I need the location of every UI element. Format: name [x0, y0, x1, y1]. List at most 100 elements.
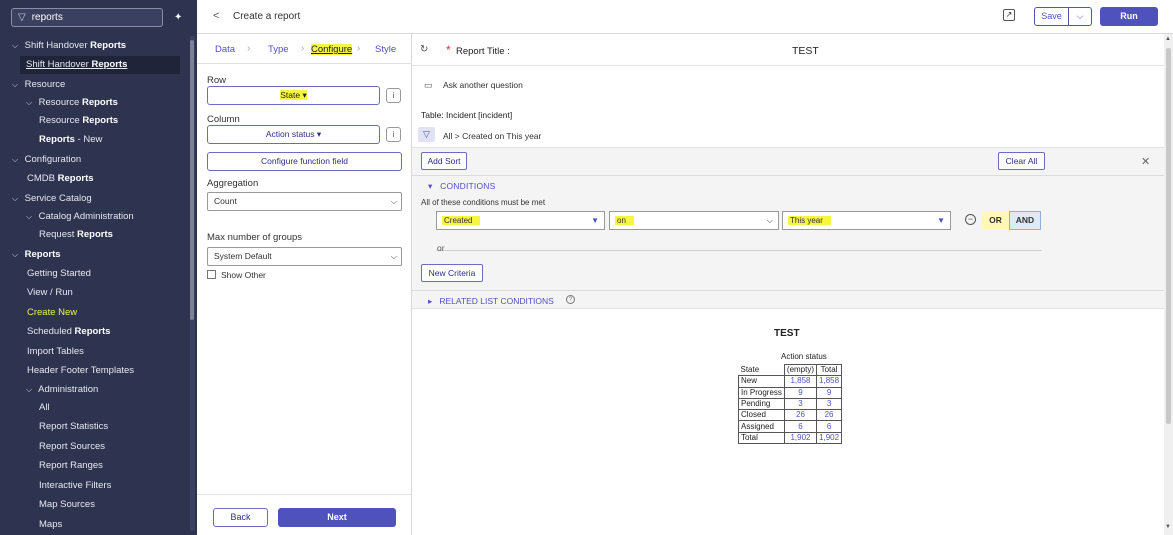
pivot-cell[interactable]: 1,858 [783, 375, 818, 388]
tab-style[interactable]: Style [375, 44, 396, 55]
table-row: New 1,858 1,858 [738, 375, 843, 388]
pivot-cell[interactable]: 26 [816, 409, 843, 422]
nav-item-view-run[interactable]: View / Run [27, 284, 217, 302]
nav-item-create-new[interactable]: Create New [27, 304, 217, 322]
nav-item-header-footer-templates[interactable]: Header Footer Templates [27, 362, 217, 380]
pivot-cell[interactable]: 26 [783, 409, 818, 422]
main-scrollbar[interactable]: ▲ ▼ [1164, 34, 1173, 535]
aggregation-select[interactable]: Count ⌵ [207, 192, 402, 211]
row-select[interactable]: State ▾ [207, 86, 380, 105]
nav-filter-value: reports [31, 12, 63, 23]
condition-field-select[interactable]: Created ▼ [436, 211, 605, 230]
caret-down-icon: ▼ [591, 216, 599, 225]
clear-all-button[interactable]: Clear All [998, 152, 1045, 170]
and-button[interactable]: AND [1009, 211, 1041, 230]
nav-item-bold: Reports [39, 134, 75, 145]
next-button[interactable]: Next [278, 508, 396, 527]
column-select[interactable]: Action status ▾ [207, 125, 380, 144]
row-info-icon[interactable]: i [386, 88, 401, 103]
back-button[interactable]: Back [213, 508, 268, 527]
or-button[interactable]: OR [982, 211, 1009, 230]
caret-down-icon: ▼ [937, 216, 945, 225]
show-other-checkbox[interactable] [207, 270, 216, 279]
nav-item-bold: Reports [74, 326, 111, 337]
nav-item-service-catalog[interactable]: ⌵ Service Catalog [12, 190, 202, 208]
top-bar: < Create a report ↗ Save ⌵ Run [197, 0, 1173, 34]
nav-item-catalog-administration[interactable]: ⌵ Catalog Administration [26, 208, 216, 226]
ask-another-question-link[interactable]: Ask another question [443, 80, 523, 90]
chevron-down-icon: ⌵ [12, 155, 19, 164]
max-groups-value: System Default [214, 251, 272, 261]
scroll-down-icon[interactable]: ▼ [1165, 524, 1171, 530]
scroll-up-icon[interactable]: ▲ [1165, 36, 1171, 42]
nav-item-import-tables[interactable]: Import Tables [27, 343, 217, 361]
nav-item-resource-reports-module[interactable]: ⌵ Resource Reports [26, 94, 216, 112]
filter-icon[interactable]: ▽ [418, 127, 435, 142]
app-root: ▽ reports ✦ ⌵ Shift Handover Reports Shi… [0, 0, 1173, 535]
nav-item-label: Configuration [24, 154, 82, 165]
chevron-down-icon: ⌵ [12, 41, 19, 50]
tab-data[interactable]: Data [215, 44, 235, 55]
chevron-down-icon: ⌵ [12, 250, 19, 259]
nav-item-label: Shift Handover [26, 59, 92, 70]
row-select-value: State ▾ [280, 90, 307, 100]
max-groups-select[interactable]: System Default ⌵ [207, 247, 402, 266]
pivot-row-label: Pending [738, 397, 785, 411]
pivot-row-label: In Progress [738, 386, 785, 399]
report-title-label: Report Title : [456, 46, 510, 57]
save-button[interactable]: Save [1034, 7, 1069, 26]
refresh-icon[interactable]: ↻ [420, 44, 428, 55]
conditions-header[interactable]: ▾ CONDITIONS [428, 181, 496, 192]
run-button[interactable]: Run [1100, 7, 1158, 26]
column-info-icon[interactable]: i [386, 127, 401, 142]
table-row: State (empty) Total [739, 363, 843, 377]
tab-configure[interactable]: Configure [311, 44, 353, 55]
nav-item-scheduled-reports[interactable]: Scheduled Reports [27, 323, 217, 341]
remove-condition-icon[interactable]: − [965, 214, 976, 225]
add-sort-button[interactable]: Add Sort [421, 152, 467, 170]
scroll-thumb[interactable] [1166, 48, 1171, 424]
tab-type[interactable]: Type [268, 44, 289, 55]
pivot-cell[interactable]: 9 [783, 386, 818, 399]
pivot-cell[interactable]: 3 [816, 397, 843, 411]
condition-builder: Add Sort Clear All ✕ ▾ CONDITIONS All of… [412, 147, 1164, 309]
back-icon[interactable]: < [213, 10, 219, 22]
report-title-input[interactable]: TEST [792, 45, 819, 57]
help-icon[interactable]: ? [566, 295, 575, 304]
pivot-cell[interactable]: 6 [783, 420, 818, 433]
nav-item-shift-handover-reports[interactable]: Shift Handover Reports [20, 56, 180, 74]
nav-filter-input[interactable]: ▽ reports [11, 8, 163, 27]
condition-value-select[interactable]: This year ▼ [782, 211, 951, 230]
nav-item-configuration[interactable]: ⌵ Configuration [12, 151, 202, 169]
table-row: Closed 26 26 [738, 409, 843, 422]
left-nav: ▽ reports ✦ ⌵ Shift Handover Reports Shi… [0, 0, 197, 535]
nav-item-getting-started[interactable]: Getting Started [27, 265, 217, 283]
pivot-cell[interactable]: 9 [816, 386, 843, 399]
pivot-cell[interactable]: 6 [816, 420, 843, 433]
pivot-cell[interactable]: 3 [783, 397, 818, 411]
close-icon[interactable]: ✕ [1141, 155, 1150, 168]
nav-item-label: Report Ranges [39, 460, 103, 471]
condition-operator-select[interactable]: on ⌵ [609, 211, 779, 230]
share-icon[interactable]: ↗ [1003, 9, 1015, 21]
nav-item-label: CMDB [27, 173, 58, 184]
pin-icon[interactable]: ✦ [174, 12, 182, 23]
save-dropdown-button[interactable]: ⌵ [1069, 7, 1092, 26]
new-criteria-button[interactable]: New Criteria [421, 264, 483, 282]
pivot-cell[interactable]: 1,902 [816, 431, 843, 445]
pivot-row-header: State [740, 364, 760, 374]
nav-item-resource[interactable]: ⌵ Resource [12, 76, 202, 94]
nav-item-shift-handover-reports-module[interactable]: ⌵ Shift Handover Reports [12, 37, 202, 55]
nav-item-label: Resource [38, 97, 82, 108]
filter-breadcrumb[interactable]: All > Created on This year [443, 131, 541, 141]
row-label: Row [207, 75, 227, 86]
nav-item-label: Scheduled [27, 326, 75, 337]
nav-item-bold: Reports [82, 115, 119, 126]
configure-function-field-button[interactable]: Configure function field [207, 152, 402, 171]
nav-item-cmdb-reports[interactable]: CMDB Reports [27, 170, 217, 188]
related-list-conditions-toggle[interactable]: ▸ RELATED LIST CONDITIONS [428, 296, 554, 307]
nav-item-reports[interactable]: ⌵ Reports [12, 246, 202, 264]
pivot-cell[interactable]: 1,902 [783, 431, 818, 445]
pivot-cell[interactable]: 1,858 [816, 375, 843, 388]
nav-item-administration[interactable]: ⌵ Administration [26, 381, 216, 399]
